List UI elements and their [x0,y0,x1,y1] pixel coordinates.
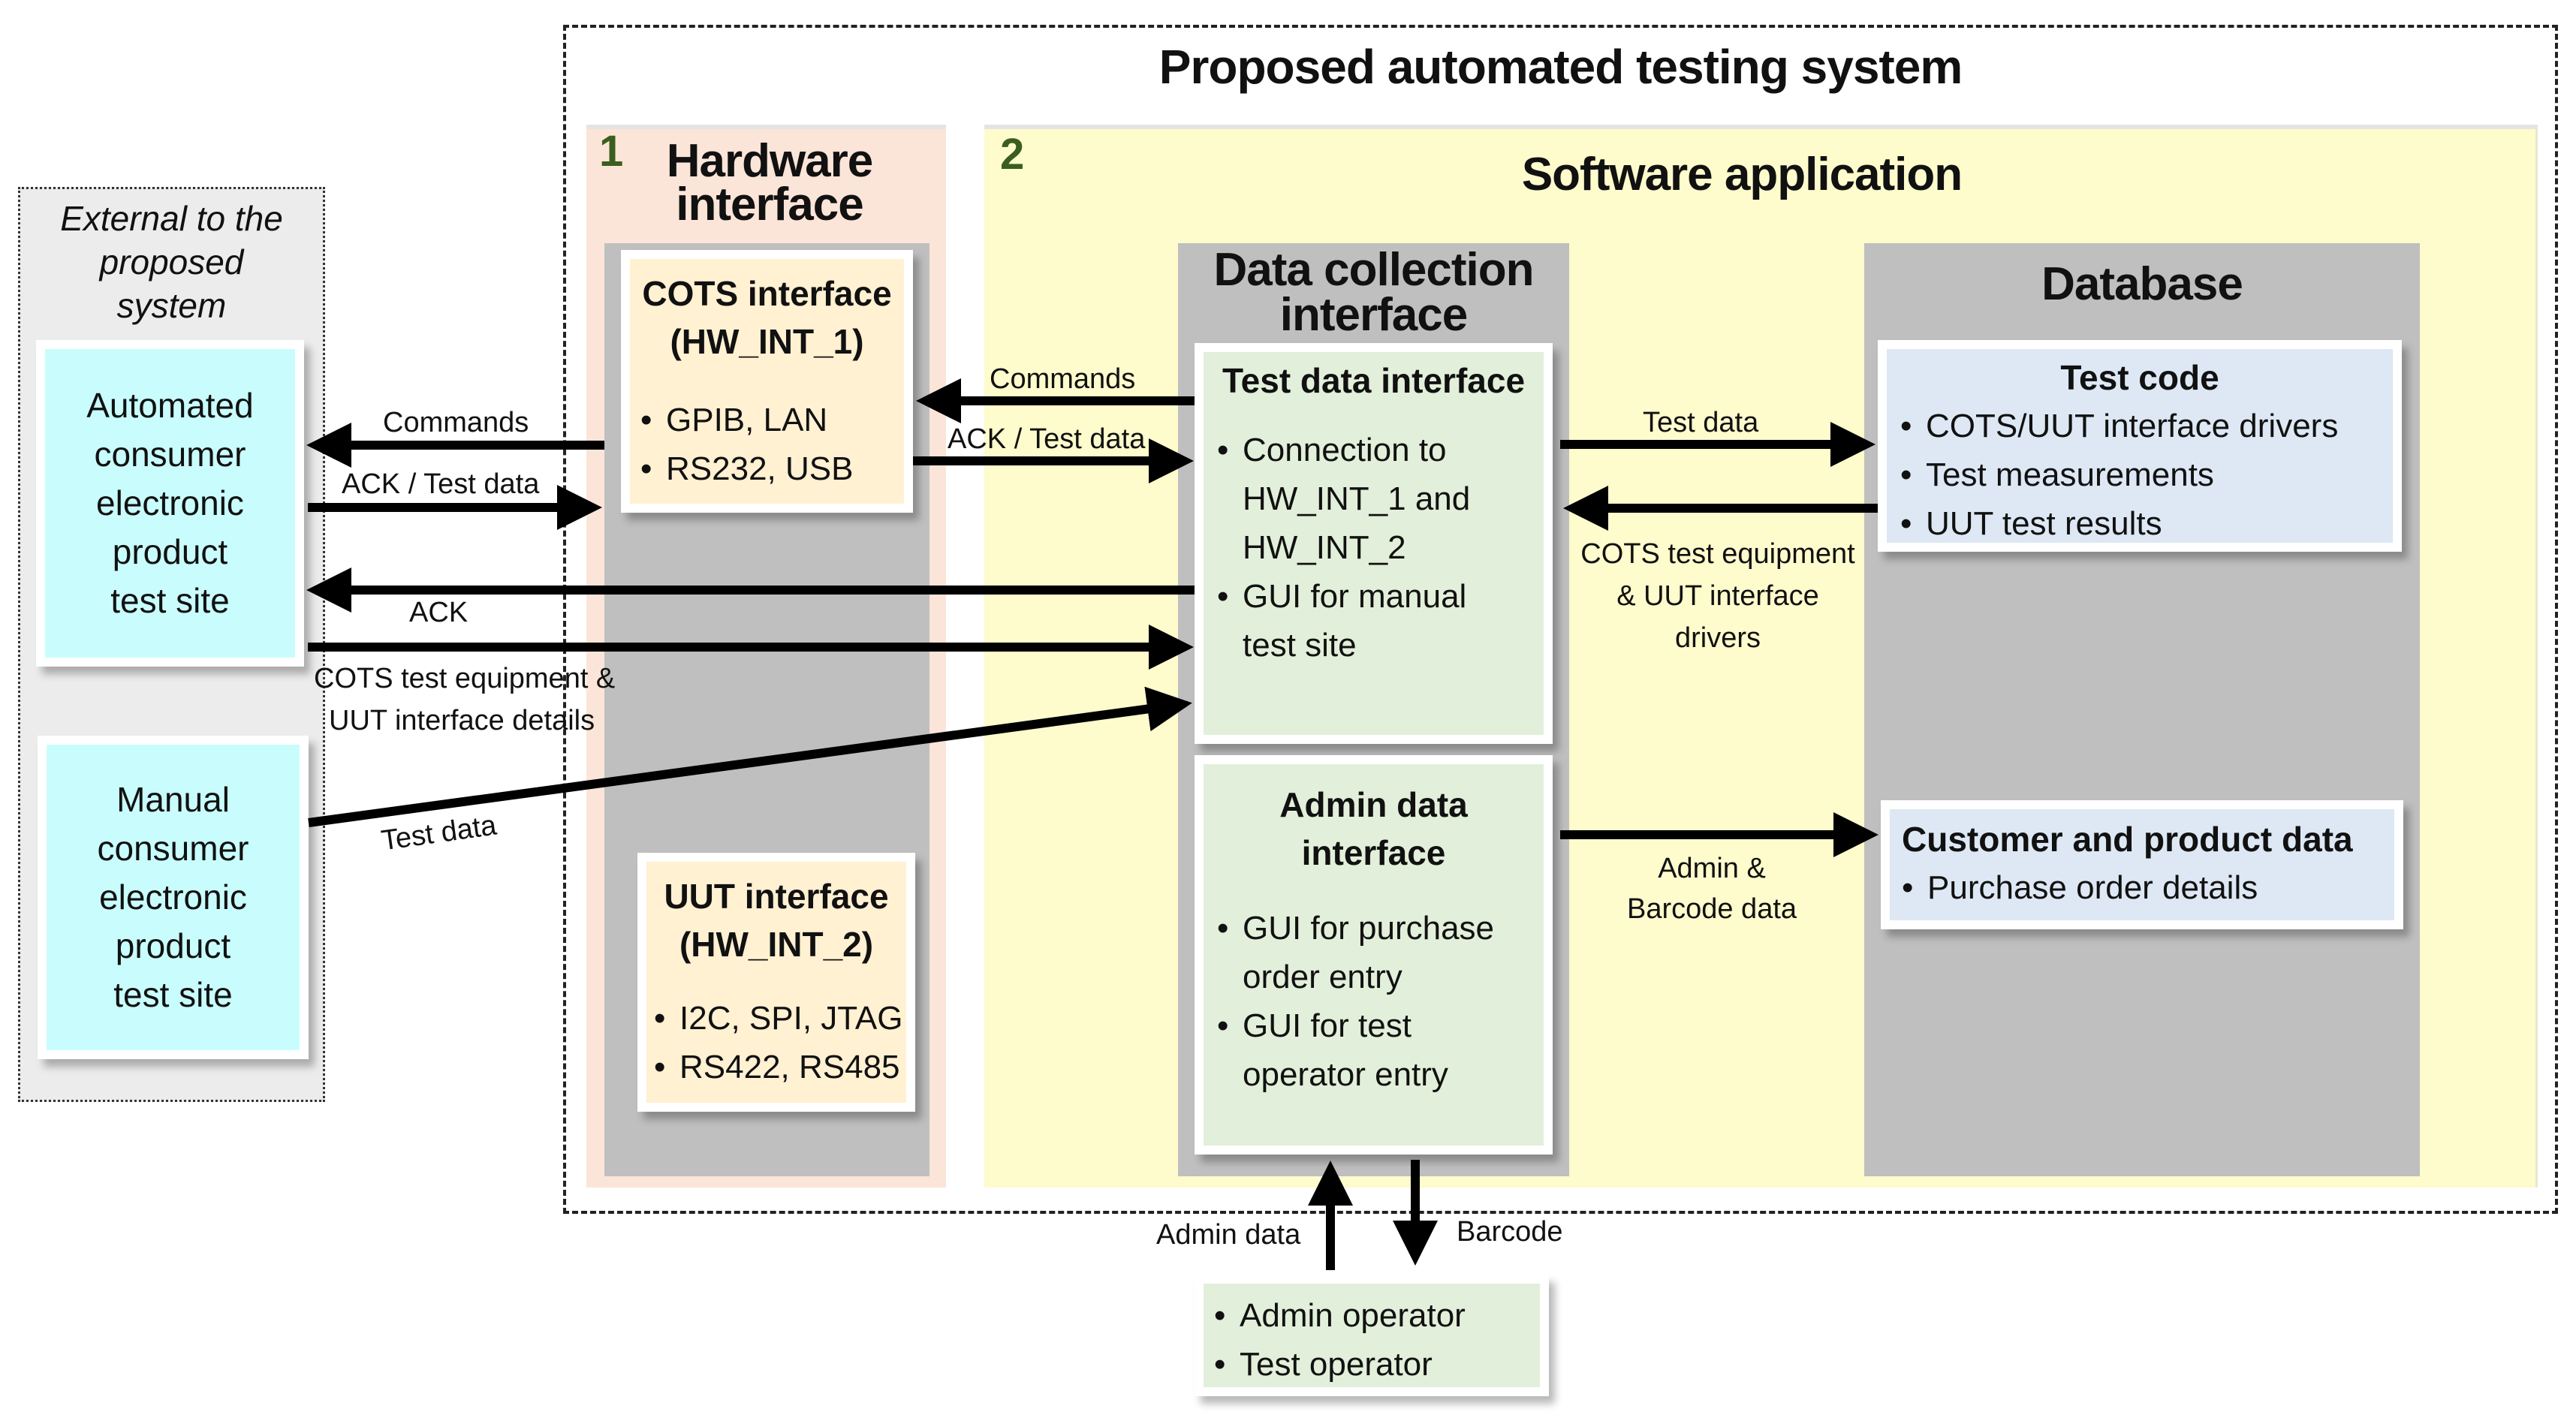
cots-bullet: RS232, USB [640,444,904,493]
uut-bullet: I2C, SPI, JTAG [654,994,906,1043]
external-label-line: proposed [99,242,244,281]
diagram-title: Proposed automated testing system [1158,40,1963,94]
label-admin-barcode: Admin & Barcode data [1584,848,1839,929]
automated-test-site: Automated consumer electronic product te… [36,340,304,667]
test-code-bullet: COTS/UUT interface drivers [1900,402,2393,450]
bullet-line: GUI for manual [1243,578,1467,615]
label-line: UUT interface details [329,705,595,736]
data-collection-title: Data collection interface [1178,244,1569,341]
data-collection-title-line: interface [1279,289,1468,341]
test-code-title: Test code [2060,358,2219,397]
label-line: drivers [1674,622,1761,654]
cots-bullet: GPIB, LAN [640,396,904,444]
external-label: External to the proposed system [18,197,325,327]
label-line: COTS test equipment & [314,663,616,694]
cots-title: COTS interface [642,274,892,313]
test-data-interface-title: Test data interface [1222,361,1526,400]
label-commands-mid: Commands [990,363,1136,395]
site-text-line: electronic [99,878,247,917]
operator-bullet: Test operator [1214,1340,1540,1389]
admin-data-bullet: GUI for test operator entry [1217,1001,1544,1099]
manual-test-site: Manual consumer electronic product test … [38,736,309,1059]
label-line: Barcode data [1626,893,1797,925]
site-text-line: consumer [97,829,249,868]
cots-subtitle: (HW_INT_1) [670,322,864,361]
site-text-line: consumer [94,435,246,474]
label-admin-data: Admin data [1156,1219,1301,1251]
site-text-line: electronic [96,483,244,522]
test-code-bullet: Test measurements [1900,450,2393,499]
data-collection-title-line: Data collection [1213,244,1535,296]
customer-product-box: Customer and product data Purchase order… [1881,800,2403,929]
test-data-bullet: GUI for manual test site [1217,572,1544,670]
customer-product-title: Customer and product data [1902,820,2353,859]
bullet-line: order entry [1243,959,1402,995]
bullet-line: test site [1243,627,1357,664]
operator-bullet: Admin operator [1214,1291,1540,1340]
software-title: Software application [1521,149,1963,200]
test-code-box: Test code COTS/UUT interface drivers Tes… [1878,340,2402,552]
operators-box: Admin operator Test operator [1195,1275,1549,1396]
admin-data-interface-title: Admin data [1279,785,1468,824]
external-label-line: External to the [60,199,283,238]
label-line: Admin & [1658,853,1766,884]
label-ack-test-data-left: ACK / Test data [342,468,540,500]
uut-title: UUT interface [664,877,889,916]
label-test-data-db: Test data [1643,407,1759,438]
site-text-line: test site [110,581,230,620]
label-commands-left: Commands [383,407,529,438]
site-text-line: Manual [116,780,230,819]
label-ack: ACK [409,597,469,628]
admin-data-interface-box: Admin data interface GUI for purchase or… [1195,755,1553,1155]
label-ack-test-data-mid: ACK / Test data [948,423,1146,455]
hardware-title-line: interface [676,179,863,230]
bullet-line: GUI for test [1243,1007,1412,1044]
hardware-title-line: Hardware [666,135,874,187]
uut-subtitle: (HW_INT_2) [679,925,874,964]
site-text-line: product [112,532,228,571]
test-data-interface-box: Test data interface Connection to HW_INT… [1195,343,1553,744]
label-cots-drivers: COTS test equipment & UUT interface driv… [1568,533,1868,659]
uut-bullet: RS422, RS485 [654,1043,906,1091]
bullet-line: GUI for purchase [1243,910,1495,947]
site-text-line: Automated [86,386,254,425]
database-title: Database [2041,258,2243,310]
bullet-line: operator entry [1243,1056,1448,1093]
software-number: 2 [1000,130,1025,179]
label-line: COTS test equipment [1580,538,1855,570]
bullet-line: Connection to [1243,432,1447,468]
label-cots-details: COTS test equipment & UUT interface deta… [314,658,615,742]
test-data-bullet: Connection to HW_INT_1 and HW_INT_2 [1217,426,1544,572]
site-text-line: product [115,926,231,965]
label-barcode: Barcode [1457,1216,1563,1248]
bullet-line: HW_INT_1 and [1243,480,1471,517]
external-label-line: system [116,286,227,325]
admin-data-interface-subtitle: interface [1301,833,1446,872]
admin-data-bullet: GUI for purchase order entry [1217,904,1544,1001]
site-text-line: test site [113,975,233,1014]
hardware-number: 1 [599,127,624,176]
test-code-bullet: UUT test results [1900,499,2393,548]
label-test-data-manual: Test data [379,809,499,857]
uut-interface-box: UUT interface (HW_INT_2) I2C, SPI, JTAG … [637,853,915,1112]
bullet-line: HW_INT_2 [1243,529,1406,566]
label-line: & UUT interface [1616,580,1819,612]
customer-product-bullet: Purchase order details [1902,863,2394,912]
cots-interface-box: COTS interface (HW_INT_1) GPIB, LAN RS23… [621,250,913,513]
hardware-title: Hardware interface [631,135,908,230]
